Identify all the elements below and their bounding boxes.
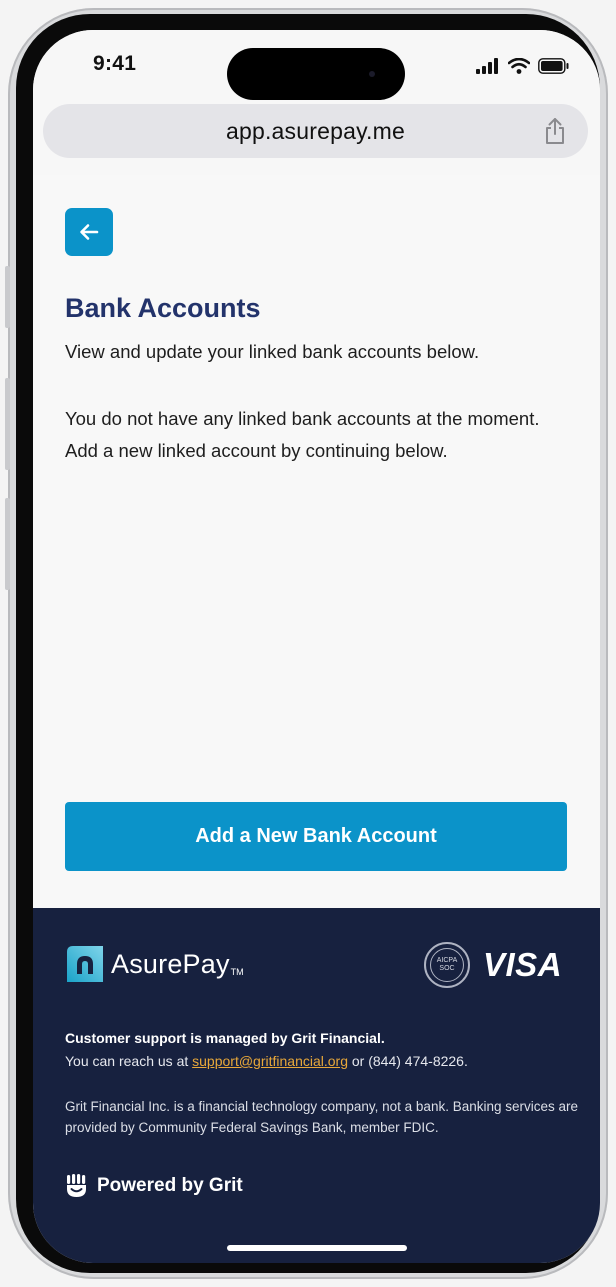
legal-disclaimer: Grit Financial Inc. is a financial techn…: [65, 1099, 579, 1135]
empty-state-message: You do not have any linked bank accounts…: [65, 408, 540, 461]
action-button: [5, 266, 10, 328]
screen: 9:41 app.asurepay.me Bank Accounts View …: [33, 30, 600, 1263]
dynamic-island: [227, 48, 405, 100]
footer: AsurePay TM AICPA SOC VISA Customer supp…: [33, 908, 600, 1263]
trademark-mark: TM: [230, 967, 244, 977]
support-email-link[interactable]: support@gritfinancial.org: [192, 1053, 348, 1069]
support-contact: You can reach us at support@gritfinancia…: [65, 1053, 468, 1069]
aicpa-soc-badge: AICPA SOC: [424, 942, 470, 988]
powered-by-text: Powered by Grit: [97, 1175, 243, 1196]
volume-down-button: [5, 498, 10, 590]
back-button[interactable]: [65, 208, 113, 256]
battery-icon: [538, 58, 569, 74]
visa-logo: VISA: [483, 946, 563, 983]
support-title: Customer support is managed by Grit Fina…: [65, 1030, 385, 1046]
main-content: Bank Accounts View and update your linke…: [33, 175, 600, 908]
page-subtitle: View and update your linked bank account…: [65, 341, 480, 362]
asurepay-logo-icon: [67, 946, 103, 982]
page-title: Bank Accounts: [65, 293, 261, 323]
powered-by-grit: Powered by Grit: [65, 1174, 243, 1198]
back-arrow-icon: [80, 224, 99, 240]
support-prefix: You can reach us at: [65, 1053, 193, 1069]
url-text: app.asurepay.me: [225, 118, 405, 144]
address-bar[interactable]: app.asurepay.me: [43, 104, 588, 158]
signal-icon: [476, 58, 498, 74]
asurepay-wordmark: AsurePay: [111, 948, 230, 979]
grit-logo-icon: [67, 1174, 86, 1197]
wifi-icon: [508, 58, 530, 74]
volume-up-button: [5, 378, 10, 470]
camera-dot: [369, 71, 375, 77]
home-indicator[interactable]: [227, 1245, 407, 1251]
status-time: 9:41: [93, 52, 137, 75]
share-icon[interactable]: [544, 117, 566, 145]
asurepay-logo: AsurePay TM: [67, 946, 244, 982]
status-icons: [476, 58, 570, 74]
support-suffix: or (844) 474-8226.: [348, 1053, 468, 1069]
soc-badge-top: AICPA: [436, 957, 458, 964]
soc-badge-bottom: SOC: [439, 965, 455, 972]
add-bank-account-button[interactable]: Add a New Bank Account: [65, 802, 567, 871]
